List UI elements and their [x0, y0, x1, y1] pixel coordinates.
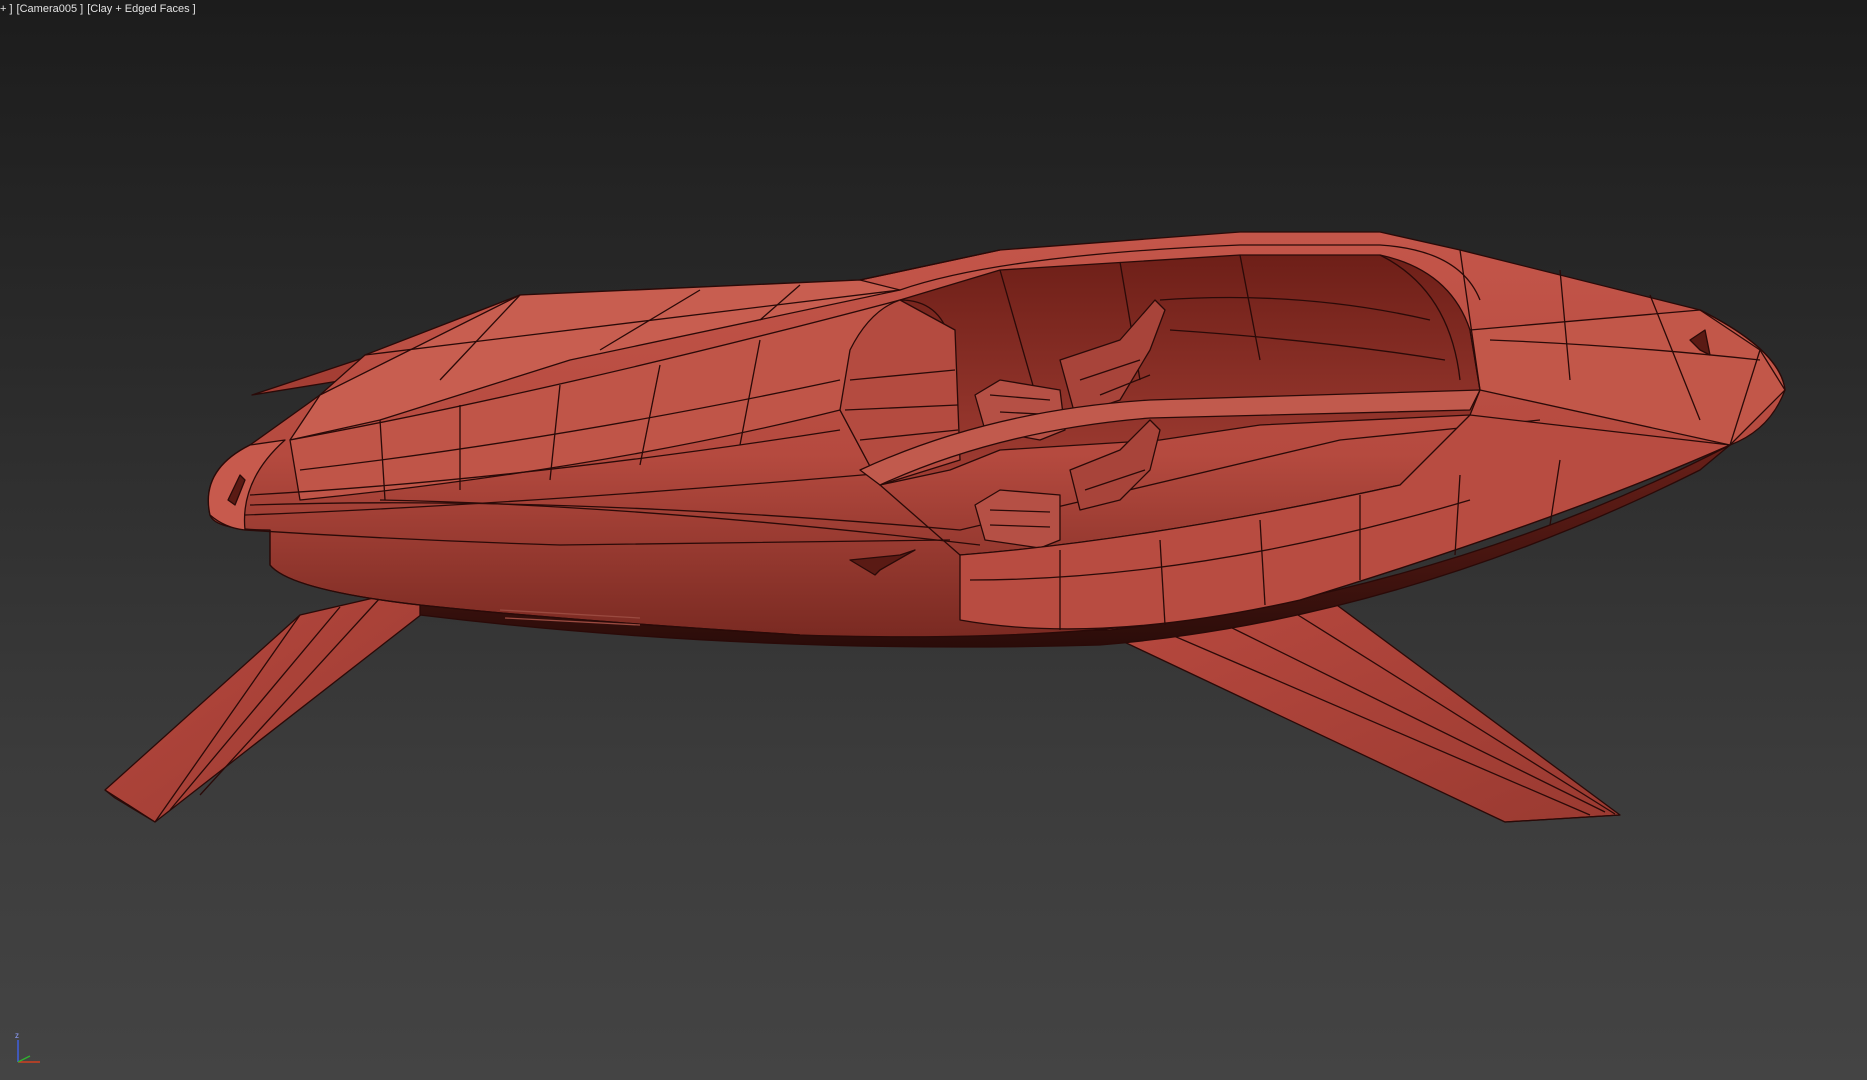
axis-gizmo: z — [15, 1031, 40, 1063]
spaceship-model[interactable] — [0, 0, 1867, 1080]
left-wing — [104, 584, 441, 823]
axis-z-label: z — [15, 1031, 19, 1040]
3d-viewport[interactable]: + ] [Camera005 ] [Clay + Edged Faces ] z — [0, 0, 1867, 1080]
